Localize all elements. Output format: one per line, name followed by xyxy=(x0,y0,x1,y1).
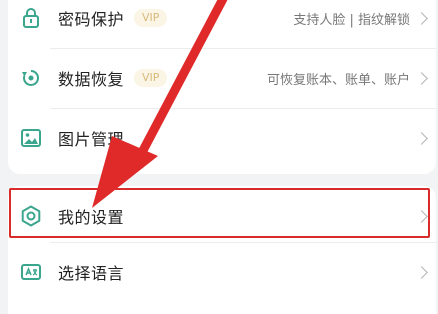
settings-row-select-language[interactable]: 选择语言 xyxy=(8,242,436,302)
chevron-right-icon xyxy=(415,265,428,279)
image-icon xyxy=(20,127,42,149)
settings-row-label: 密码保护 xyxy=(58,10,125,29)
language-icon xyxy=(20,261,42,283)
settings-card-top: 密码保护 VIP 支持人脸 | 指纹解锁 数据恢复 VIP 可恢复账本、账单、账… xyxy=(8,0,436,174)
settings-row-label: 数据恢复 xyxy=(58,70,125,89)
vip-badge: VIP xyxy=(134,9,168,27)
settings-row-data-recovery[interactable]: 数据恢复 VIP 可恢复账本、账单、账户 xyxy=(8,48,436,108)
vip-badge: VIP xyxy=(134,69,168,87)
settings-row-image-management[interactable]: 图片管理 xyxy=(8,108,436,168)
lock-icon xyxy=(20,7,42,29)
chevron-right-icon xyxy=(415,11,428,25)
settings-row-description: 支持人脸 | 指纹解锁 xyxy=(293,12,410,28)
highlight-box xyxy=(9,188,430,238)
settings-row-description: 可恢复账本、账单、账户 xyxy=(266,72,410,88)
settings-row-password-protection[interactable]: 密码保护 VIP 支持人脸 | 指纹解锁 xyxy=(8,0,436,48)
chevron-right-icon xyxy=(415,71,428,85)
settings-row-label: 选择语言 xyxy=(58,264,125,283)
settings-row-label: 图片管理 xyxy=(58,130,125,149)
chevron-right-icon xyxy=(415,131,428,145)
restore-icon xyxy=(20,67,42,89)
